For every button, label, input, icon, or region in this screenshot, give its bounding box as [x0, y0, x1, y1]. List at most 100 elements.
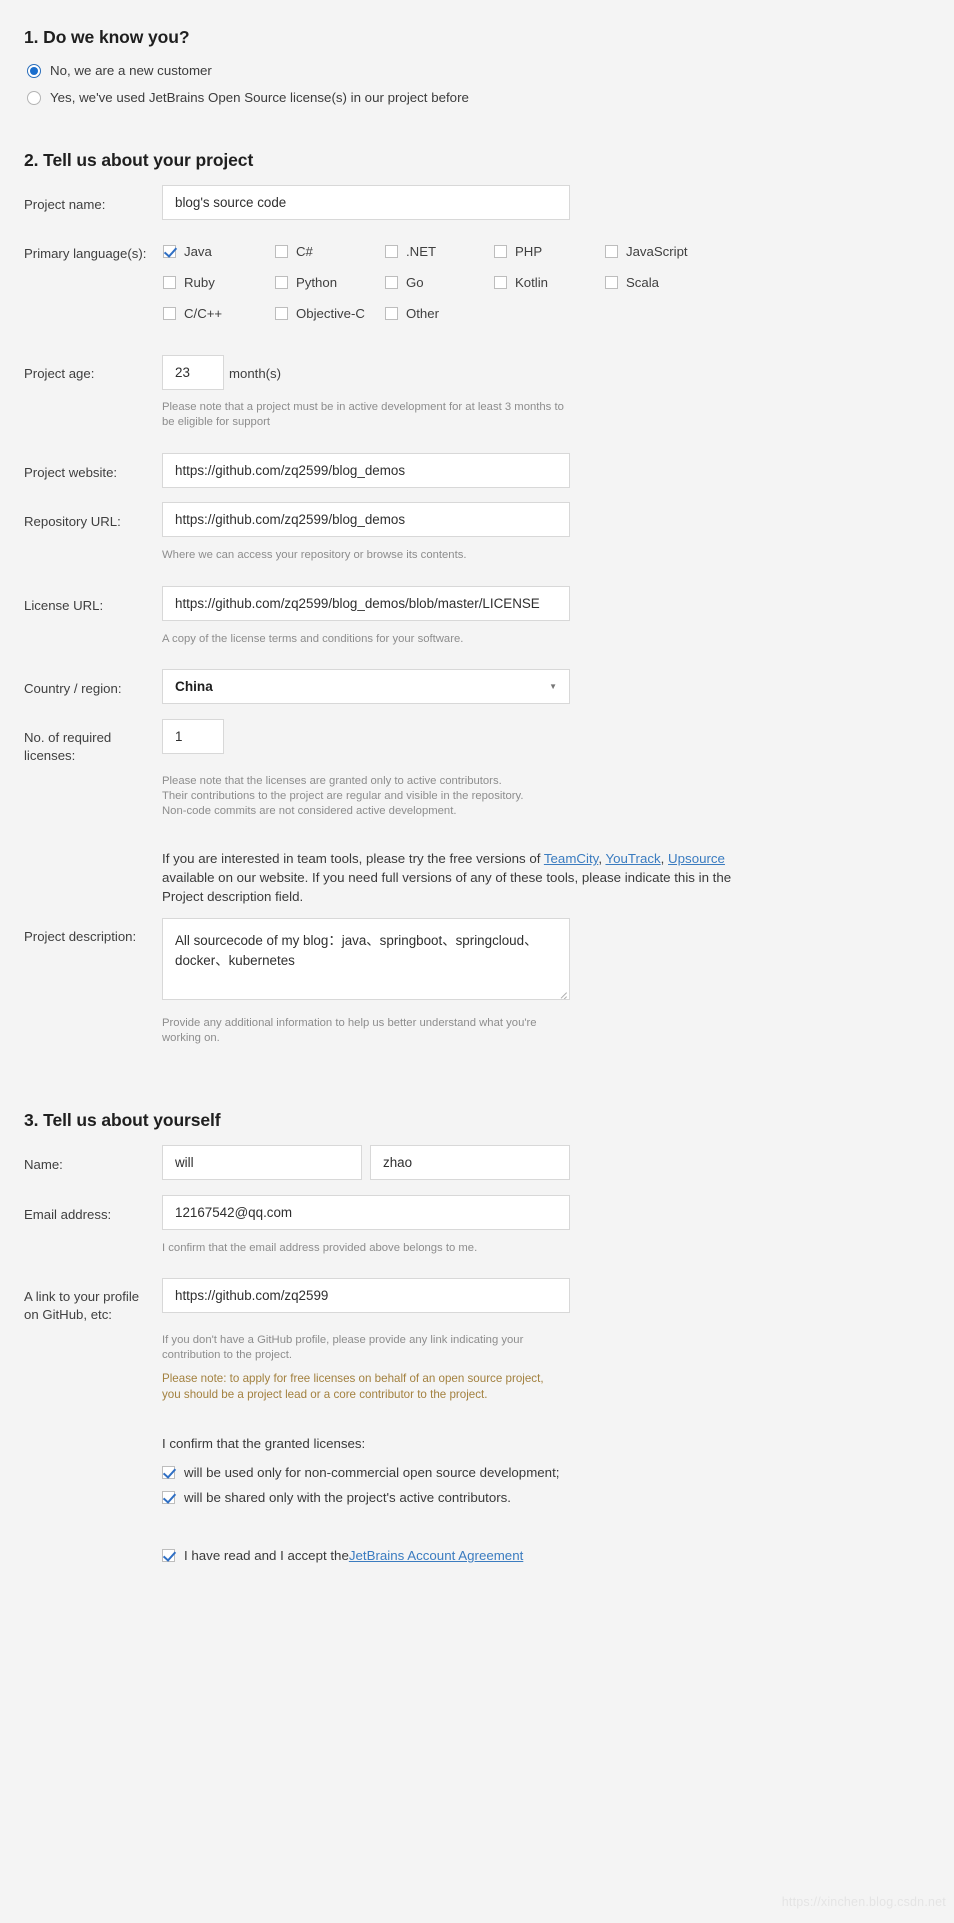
confirm-intro: I confirm that the granted licenses:: [162, 1436, 366, 1451]
language-checkbox-php[interactable]: PHP: [494, 244, 542, 259]
last-name-input[interactable]: zhao: [370, 1145, 570, 1180]
confirm-checkbox-agreement[interactable]: I have read and I accept the JetBrains A…: [162, 1548, 523, 1563]
language-label-scala: Scala: [626, 275, 659, 290]
link-jetbrains-account-agreement[interactable]: JetBrains Account Agreement: [349, 1548, 523, 1563]
checkbox-icon-dotnet[interactable]: [385, 245, 398, 258]
licenses-count-input[interactable]: 1: [162, 719, 224, 754]
team-tools-text-pre: If you are interested in team tools, ple…: [162, 851, 544, 866]
license-url-input[interactable]: https://github.com/zq2599/blog_demos/blo…: [162, 586, 570, 621]
project-description-line2: docker、kubernetes: [175, 953, 295, 969]
radio-option-new-customer[interactable]: No, we are a new customer: [27, 63, 212, 78]
link-teamcity[interactable]: TeamCity: [544, 851, 598, 866]
language-checkbox-csharp[interactable]: C#: [275, 244, 313, 259]
radio-option-existing-customer[interactable]: Yes, we've used JetBrains Open Source li…: [27, 90, 469, 105]
checkbox-icon-kotlin[interactable]: [494, 276, 507, 289]
language-label-go: Go: [406, 275, 424, 290]
language-label-other: Other: [406, 306, 439, 321]
radio-label-new-customer: No, we are a new customer: [50, 63, 212, 78]
project-age-hint-line1: Please note that a project must be in ac…: [162, 401, 564, 413]
language-checkbox-ruby[interactable]: Ruby: [163, 275, 215, 290]
checkbox-icon-go[interactable]: [385, 276, 398, 289]
section-1-title: 1. Do we know you?: [24, 27, 190, 47]
repository-url-input[interactable]: https://github.com/zq2599/blog_demos: [162, 502, 570, 537]
language-checkbox-objective-c[interactable]: Objective-C: [275, 306, 365, 321]
project-name-input[interactable]: blog's source code: [162, 185, 570, 220]
language-label-kotlin: Kotlin: [515, 275, 548, 290]
language-label-python: Python: [296, 275, 338, 290]
project-description-textarea[interactable]: All sourcecode of my blog：java、springboo…: [162, 918, 570, 1000]
checkbox-icon-python[interactable]: [275, 276, 288, 289]
confirm-checkbox-noncommercial[interactable]: will be used only for non-commercial ope…: [162, 1465, 559, 1480]
project-age-label: Project age:: [24, 366, 95, 381]
project-website-input[interactable]: https://github.com/zq2599/blog_demos: [162, 453, 570, 488]
licenses-count-label-line1: No. of required: [24, 730, 112, 745]
project-age-unit: month(s): [229, 366, 282, 381]
language-checkbox-other[interactable]: Other: [385, 306, 439, 321]
profile-hint-line1: If you don't have a GitHub profile, plea…: [162, 1334, 524, 1346]
section-2-title: 2. Tell us about your project: [24, 150, 254, 170]
checkbox-icon-noncommercial[interactable]: [162, 1466, 175, 1479]
confirm-label-contributors: will be shared only with the project's a…: [184, 1490, 511, 1505]
language-label-cpp: C/C++: [184, 306, 223, 321]
repository-url-hint: Where we can access your repository or b…: [162, 549, 467, 561]
email-input[interactable]: 12167542@qq.com: [162, 1195, 570, 1230]
language-label-java: Java: [184, 244, 212, 259]
language-checkbox-python[interactable]: Python: [275, 275, 337, 290]
team-tools-line2: available on our website. If you need fu…: [162, 870, 732, 885]
link-youtrack[interactable]: YouTrack: [605, 851, 660, 866]
resize-handle-icon[interactable]: [555, 985, 567, 999]
language-checkbox-kotlin[interactable]: Kotlin: [494, 275, 548, 290]
project-age-hint-line2: be eligible for support: [162, 416, 271, 428]
profile-label-line2: on GitHub, etc:: [24, 1307, 112, 1322]
country-label: Country / region:: [24, 681, 122, 696]
language-checkbox-cpp[interactable]: C/C++: [163, 306, 222, 321]
checkbox-icon-scala[interactable]: [605, 276, 618, 289]
project-name-label: Project name:: [24, 197, 106, 212]
checkbox-icon-javascript[interactable]: [605, 245, 618, 258]
team-tools-line3: Project description field.: [162, 889, 304, 904]
watermark: https://xinchen.blog.csdn.net: [781, 1895, 946, 1909]
checkbox-icon-other[interactable]: [385, 307, 398, 320]
checkbox-icon-objective-c[interactable]: [275, 307, 288, 320]
checkbox-icon-agreement[interactable]: [162, 1549, 175, 1562]
checkbox-icon-csharp[interactable]: [275, 245, 288, 258]
language-checkbox-dotnet[interactable]: .NET: [385, 244, 436, 259]
radio-icon-existing-customer[interactable]: [27, 90, 41, 105]
language-label-javascript: JavaScript: [626, 244, 688, 259]
language-label-csharp: C#: [296, 244, 313, 259]
repository-url-label: Repository URL:: [24, 514, 121, 529]
checkbox-icon-php[interactable]: [494, 245, 507, 258]
link-upsource[interactable]: Upsource: [668, 851, 725, 866]
team-tools-sep-2: ,: [660, 851, 669, 866]
language-label-objective-c: Objective-C: [296, 306, 365, 321]
licenses-count-hint-line2: Their contributions to the project are r…: [162, 790, 524, 802]
language-checkbox-javascript[interactable]: JavaScript: [605, 244, 688, 259]
licenses-count-hint-line3: Non-code commits are not considered acti…: [162, 805, 457, 817]
language-checkbox-java[interactable]: Java: [163, 244, 212, 259]
profile-url-input[interactable]: https://github.com/zq2599: [162, 1278, 570, 1313]
email-label: Email address:: [24, 1207, 112, 1222]
checkbox-icon-cpp[interactable]: [163, 307, 176, 320]
email-hint: I confirm that the email address provide…: [162, 1242, 478, 1254]
project-age-input[interactable]: 23: [162, 355, 224, 390]
radio-icon-new-customer[interactable]: [27, 63, 41, 78]
project-description-hint-line1: Provide any additional information to he…: [162, 1017, 537, 1029]
profile-note-line1: Please note: to apply for free licenses …: [162, 1372, 544, 1385]
country-select[interactable]: China ▼: [162, 669, 570, 704]
project-website-label: Project website:: [24, 465, 118, 480]
profile-note-line2: you should be a project lead or a core c…: [162, 1388, 488, 1401]
checkbox-icon-ruby[interactable]: [163, 276, 176, 289]
primary-languages-label: Primary language(s):: [24, 246, 147, 261]
chevron-down-icon[interactable]: ▼: [549, 682, 557, 691]
language-checkbox-go[interactable]: Go: [385, 275, 424, 290]
language-label-dotnet: .NET: [406, 244, 437, 259]
project-description-hint-line2: working on.: [162, 1032, 220, 1044]
language-label-php: PHP: [515, 244, 543, 259]
name-label: Name:: [24, 1157, 63, 1172]
checkbox-icon-java[interactable]: [163, 245, 176, 258]
language-checkbox-scala[interactable]: Scala: [605, 275, 659, 290]
checkbox-icon-contributors[interactable]: [162, 1491, 175, 1504]
confirm-checkbox-contributors[interactable]: will be shared only with the project's a…: [162, 1490, 511, 1505]
first-name-input[interactable]: will: [162, 1145, 362, 1180]
team-tools-paragraph: If you are interested in team tools, ple…: [162, 850, 762, 869]
